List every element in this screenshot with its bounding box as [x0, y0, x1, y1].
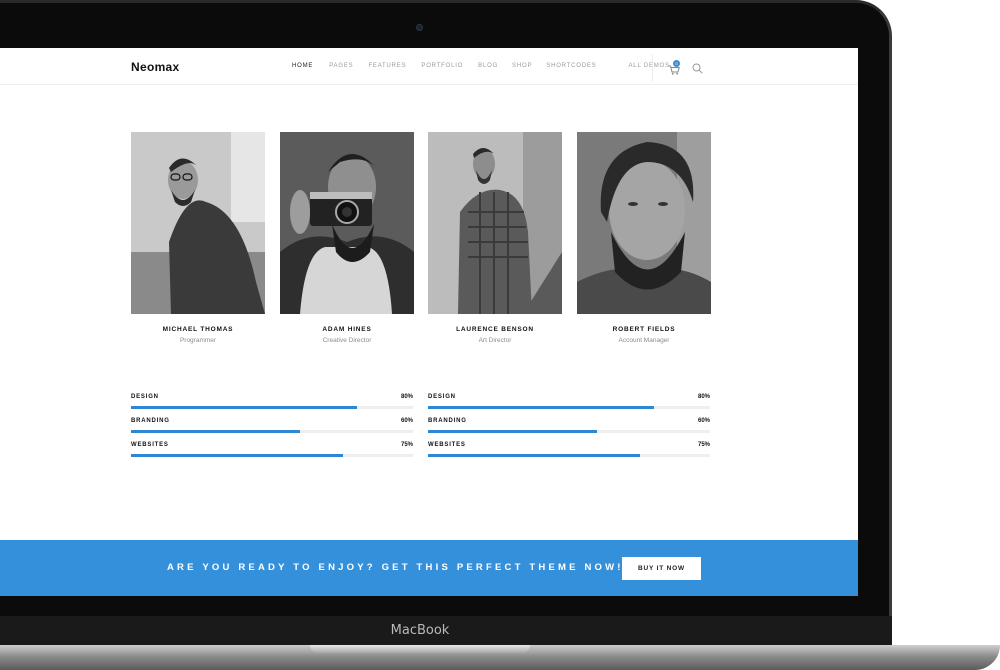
macbook-label: MacBook: [390, 623, 450, 638]
team-member-photo: [131, 132, 265, 314]
buy-it-now-button[interactable]: BUY IT NOW: [622, 557, 701, 580]
team-member-role: Art Director: [478, 337, 512, 344]
team-member-role: Programmer: [179, 337, 217, 344]
cta-text: ARE YOU READY TO ENJOY? GET THIS PERFECT…: [167, 562, 624, 573]
team-member-photo: [577, 132, 711, 314]
skill-label: DESIGN: [131, 394, 159, 400]
skill-track: [428, 430, 710, 433]
skill-track: [131, 454, 413, 457]
skill-track: [428, 406, 710, 409]
skills-column-right: DESIGN 80% BRANDING 60% WEBSITES 75%: [428, 394, 710, 466]
nav-all-demos[interactable]: ALL DEMOS: [629, 63, 670, 69]
skill-bar: BRANDING 60%: [131, 418, 413, 442]
nav-features[interactable]: FEATURES: [368, 63, 406, 69]
team-member-role: Creative Director: [322, 337, 372, 344]
team-member-name: MICHAEL THOMAS: [162, 326, 234, 333]
laptop-chin: MacBook: [0, 616, 892, 646]
team-member-card: ADAM HINES Creative Director: [280, 132, 414, 344]
website-screen: Neomax HOME PAGES FEATURES PORTFOLIO BLO…: [0, 48, 858, 596]
main-nav: HOME PAGES FEATURES PORTFOLIO BLOG SHOP …: [292, 63, 670, 69]
laptop-notch: [310, 645, 530, 653]
skill-bar: DESIGN 80%: [428, 394, 710, 418]
cart-count-badge: 0: [673, 60, 680, 67]
skill-percent: 60%: [697, 418, 710, 424]
skill-percent: 80%: [400, 394, 413, 400]
nav-portfolio[interactable]: PORTFOLIO: [421, 63, 463, 69]
site-header: Neomax HOME PAGES FEATURES PORTFOLIO BLO…: [0, 48, 858, 85]
nav-shortcodes[interactable]: SHORTCODES: [546, 63, 596, 69]
skill-label: WEBSITES: [428, 442, 466, 448]
skill-percent: 60%: [400, 418, 413, 424]
site-logo[interactable]: Neomax: [131, 60, 180, 74]
skill-track: [131, 430, 413, 433]
cta-banner: ARE YOU READY TO ENJOY? GET THIS PERFECT…: [0, 540, 858, 596]
team-member-photo: [280, 132, 414, 314]
skill-label: DESIGN: [428, 394, 456, 400]
camera-icon: [416, 24, 423, 31]
skills-column-left: DESIGN 80% BRANDING 60% WEBSITES 75%: [131, 394, 413, 466]
skill-bar: WEBSITES 75%: [131, 442, 413, 466]
nav-pages[interactable]: PAGES: [329, 63, 353, 69]
team-member-card: ROBERT FIELDS Account Manager: [577, 132, 711, 344]
skill-percent: 75%: [400, 442, 413, 448]
search-icon[interactable]: [692, 61, 703, 74]
team-member-name: LAURENCE BENSON: [456, 326, 534, 333]
nav-blog[interactable]: BLOG: [478, 63, 498, 69]
skill-bar: BRANDING 60%: [428, 418, 710, 442]
skill-percent: 75%: [697, 442, 710, 448]
nav-home[interactable]: HOME: [292, 63, 313, 69]
team-member-name: ROBERT FIELDS: [612, 326, 676, 333]
skill-bar: WEBSITES 75%: [428, 442, 710, 466]
skill-label: BRANDING: [428, 418, 467, 424]
team-member-card: LAURENCE BENSON Art Director: [428, 132, 562, 344]
skill-fill: [131, 430, 301, 433]
team-member-card: MICHAEL THOMAS Programmer: [131, 132, 265, 344]
skill-label: WEBSITES: [131, 442, 169, 448]
skill-fill: [428, 454, 640, 457]
skill-track: [428, 454, 710, 457]
skill-fill: [131, 454, 343, 457]
skill-fill: [428, 430, 598, 433]
team-member-role: Account Manager: [618, 337, 670, 344]
nav-shop[interactable]: SHOP: [512, 63, 532, 69]
skill-fill: [131, 406, 357, 409]
skill-label: BRANDING: [131, 418, 170, 424]
skill-track: [131, 406, 413, 409]
team-member-name: ADAM HINES: [322, 326, 372, 333]
team-member-photo: [428, 132, 562, 314]
skill-bar: DESIGN 80%: [131, 394, 413, 418]
skill-fill: [428, 406, 654, 409]
skill-percent: 80%: [697, 394, 710, 400]
header-divider: [652, 54, 653, 82]
